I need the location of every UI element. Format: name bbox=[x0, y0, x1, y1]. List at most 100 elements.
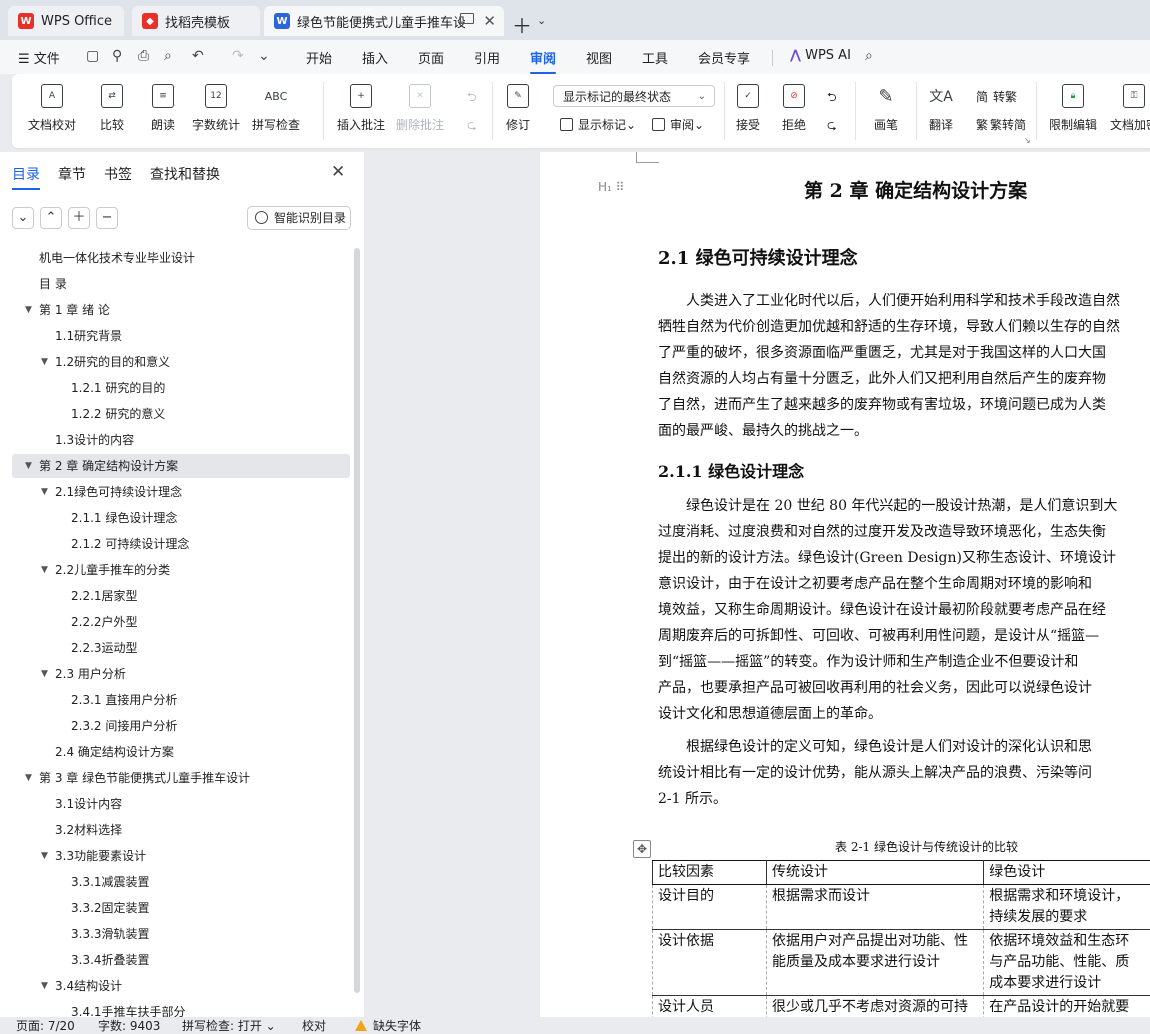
menu-insert[interactable]: 插入 bbox=[362, 48, 388, 67]
nav-tab-find-replace[interactable]: 查找和替换 bbox=[150, 164, 220, 184]
tab-wps-office[interactable]: W WPS Office bbox=[8, 6, 124, 36]
link-icon[interactable]: ⚲ bbox=[112, 49, 127, 64]
table-cell[interactable]: 设计目的 bbox=[653, 885, 767, 930]
toc-item[interactable]: ▼第 2 章 确定结构设计方案 bbox=[12, 454, 350, 478]
expand-arrow-icon[interactable]: ▼ bbox=[41, 558, 48, 582]
toc-item[interactable]: 3.3.2固定装置 bbox=[12, 896, 350, 920]
compare-button[interactable]: ⇄ 比较 bbox=[100, 84, 124, 140]
doc-encrypt-button[interactable]: ⚿ 文档加密 bbox=[1110, 84, 1150, 140]
toc-item[interactable]: 3.3.1减震装置 bbox=[12, 870, 350, 894]
menu-view[interactable]: 视图 bbox=[586, 48, 612, 67]
close-tab-icon[interactable]: ✕ bbox=[483, 12, 496, 30]
toc-item[interactable]: 1.3设计的内容 bbox=[12, 428, 350, 452]
print-preview-icon[interactable]: ⌕ bbox=[164, 49, 179, 64]
insert-comment-button[interactable]: + 插入批注 bbox=[337, 84, 385, 140]
toc-item[interactable]: 2.2.2户外型 bbox=[12, 610, 350, 634]
expand-arrow-icon[interactable]: ▼ bbox=[41, 844, 48, 868]
prev-comment-icon[interactable]: ⮌ bbox=[467, 88, 477, 109]
toc-item[interactable]: ▼1.2研究的目的和意义 bbox=[12, 350, 350, 374]
spell-check-button[interactable]: ABC 拼写检查 bbox=[252, 84, 300, 140]
table-cell[interactable]: 很少或几乎不考虑对资源的可持续发展或不考虑环境的影响 bbox=[767, 996, 984, 1018]
table-move-handle-icon[interactable]: ✥ bbox=[633, 840, 651, 858]
toc-item[interactable]: 2.4 确定结构设计方案 bbox=[12, 740, 350, 764]
toc-item[interactable]: 1.2.2 研究的意义 bbox=[12, 402, 350, 426]
heading-handle-icon[interactable]: H₁ ⠿ bbox=[598, 180, 624, 194]
review-pane-button[interactable]: 审阅 ⌄ bbox=[652, 116, 704, 133]
toc-item[interactable]: 3.1设计内容 bbox=[12, 792, 350, 816]
show-markup-button[interactable]: 显示标记 ⌄ bbox=[560, 116, 636, 133]
wps-ai-button[interactable]: ⋀ WPS AI bbox=[790, 48, 851, 63]
expand-arrow-icon[interactable]: ▼ bbox=[25, 298, 32, 322]
expand-arrow-icon[interactable]: ▼ bbox=[25, 454, 32, 478]
toc-item[interactable]: 2.3.2 间接用户分析 bbox=[12, 714, 350, 738]
toc-item[interactable]: 2.2.1居家型 bbox=[12, 584, 350, 608]
pen-button[interactable]: ✎ 画笔 bbox=[874, 84, 898, 140]
word-count-indicator[interactable]: 字数: 9403 bbox=[98, 1018, 160, 1034]
toc-item[interactable]: 1.2.1 研究的目的 bbox=[12, 376, 350, 400]
toc-item[interactable]: ▼3.4结构设计 bbox=[12, 974, 350, 998]
smart-toc-button[interactable]: 智能识别目录 bbox=[247, 206, 351, 230]
remove-heading-button[interactable]: − bbox=[96, 207, 118, 229]
table-cell[interactable]: 设计依据 bbox=[653, 930, 767, 996]
accept-button[interactable]: ✓ 接受 bbox=[736, 84, 760, 140]
menu-page[interactable]: 页面 bbox=[418, 48, 444, 67]
proof-indicator[interactable]: 校对 bbox=[302, 1018, 326, 1034]
undo-icon[interactable]: ↶ bbox=[192, 49, 207, 64]
ribbon-expand-icon[interactable]: ↘ bbox=[1024, 136, 1031, 145]
toc-item[interactable]: ▼2.3 用户分析 bbox=[12, 662, 350, 686]
toc-item[interactable]: 3.3.4折叠装置 bbox=[12, 948, 350, 972]
read-aloud-button[interactable]: ≡ 朗读 bbox=[151, 84, 175, 140]
quick-access-chevron-icon[interactable]: ⌄ bbox=[258, 49, 273, 64]
toc-item[interactable]: ▼2.2儿童手推车的分类 bbox=[12, 558, 350, 582]
table-cell[interactable]: 依据环境效益和生态环与产品功能、性能、质成本要求进行设计 bbox=[984, 930, 1150, 996]
nav-tab-sections[interactable]: 章节 bbox=[58, 164, 86, 184]
menu-start[interactable]: 开始 bbox=[306, 48, 332, 67]
menu-member[interactable]: 会员专享 bbox=[698, 48, 750, 67]
toc-item[interactable]: 机电一体化技术专业毕业设计 bbox=[12, 246, 350, 270]
translate-button[interactable]: 文A 翻译 bbox=[929, 84, 953, 140]
new-tab-icon[interactable]: ＋ bbox=[512, 10, 532, 39]
toc-item[interactable]: ▼第 3 章 绿色节能便携式儿童手推车设计 bbox=[12, 766, 350, 790]
to-simplified-button[interactable]: 繁繁转简 bbox=[976, 116, 1026, 133]
toc-item[interactable]: 2.1.1 绿色设计理念 bbox=[12, 506, 350, 530]
toc-item[interactable]: 3.3.3滑轨装置 bbox=[12, 922, 350, 946]
table-cell[interactable]: 在产品设计的开始就要品的环境属性，资源能 bbox=[984, 996, 1150, 1018]
search-icon[interactable]: ⌕ bbox=[865, 49, 880, 64]
table-cell[interactable]: 根据需求和环境设计，持续发展的要求 bbox=[984, 885, 1150, 930]
add-heading-button[interactable]: ＋ bbox=[68, 207, 90, 229]
chevron-down-icon[interactable]: ⌄ bbox=[537, 14, 546, 27]
redo-icon[interactable]: ↷ bbox=[232, 49, 247, 64]
expand-arrow-icon[interactable]: ▼ bbox=[41, 974, 48, 998]
revise-button[interactable]: ✎ 修订 bbox=[506, 84, 530, 140]
doc-check-button[interactable]: A 文档校对 bbox=[28, 84, 76, 140]
missing-font-indicator[interactable]: 缺失字体 bbox=[355, 1018, 421, 1034]
next-change-icon[interactable]: ⮎ bbox=[827, 116, 837, 137]
word-count-button[interactable]: 12 字数统计 bbox=[192, 84, 240, 140]
document-page[interactable]: H₁ ⠿ 第 2 章 确定结构设计方案 2.1 绿色可持续设计理念 人类进入了工… bbox=[540, 152, 1150, 1017]
restrict-edit-button[interactable]: 🔒︎ 限制编辑 bbox=[1049, 84, 1097, 140]
toc-item[interactable]: 3.2材料选择 bbox=[12, 818, 350, 842]
toc-item[interactable]: 2.2.3运动型 bbox=[12, 636, 350, 660]
expand-arrow-icon[interactable]: ▼ bbox=[25, 766, 32, 790]
monitor-icon[interactable] bbox=[460, 13, 474, 24]
save-icon[interactable]: ▢ bbox=[86, 49, 101, 64]
to-traditional-button[interactable]: 简转繁 bbox=[976, 88, 1017, 105]
next-comment-icon[interactable]: ⮎ bbox=[467, 116, 477, 137]
menu-tools[interactable]: 工具 bbox=[642, 48, 668, 67]
toc-item[interactable]: ▼3.3功能要素设计 bbox=[12, 844, 350, 868]
collapse-down-button[interactable]: ⌄ bbox=[12, 207, 34, 229]
toc-item[interactable]: 目 录 bbox=[12, 272, 350, 296]
table-cell[interactable]: 依据用户对产品提出对功能、性能质量及成本要求进行设计 bbox=[767, 930, 984, 996]
toc-item[interactable]: ▼2.1绿色可持续设计理念 bbox=[12, 480, 350, 504]
markup-state-select[interactable]: 显示标记的最终状态 ⌄ bbox=[553, 85, 715, 107]
file-menu[interactable]: ☰ 文件 bbox=[18, 48, 60, 67]
collapse-up-button[interactable]: ⌃ bbox=[40, 207, 62, 229]
nav-scrollbar[interactable] bbox=[354, 248, 360, 993]
toc-item[interactable]: 1.1研究背景 bbox=[12, 324, 350, 348]
spell-check-indicator[interactable]: 拼写检查: 打开 ⌄ bbox=[182, 1018, 276, 1034]
table-cell[interactable]: 设计人员 bbox=[653, 996, 767, 1018]
toc-item[interactable]: 2.1.2 可持续设计理念 bbox=[12, 532, 350, 556]
delete-comment-button[interactable]: ✕ 删除批注 bbox=[396, 84, 444, 140]
print-icon[interactable]: ⎙ bbox=[138, 49, 153, 64]
tab-document[interactable]: W 绿色节能便携式儿童手推车设计 ✕ bbox=[264, 6, 504, 36]
